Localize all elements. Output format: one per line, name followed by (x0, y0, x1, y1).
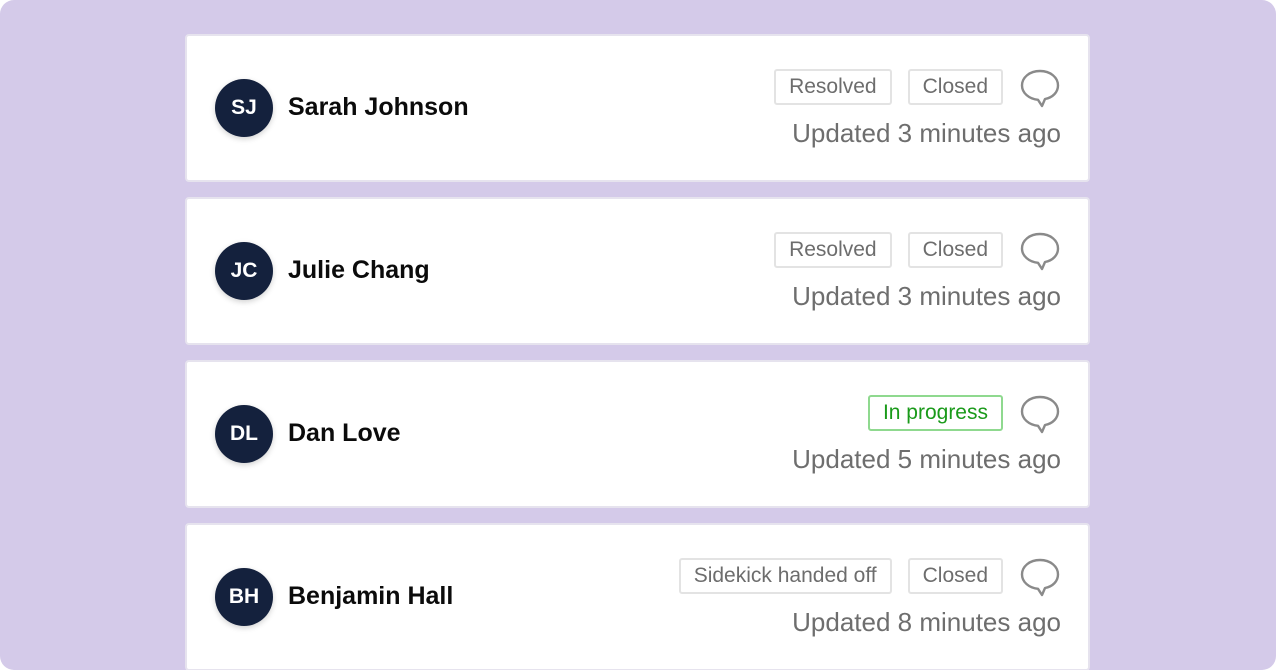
ticket-meta: Resolved Closed Updated 3 minutes ago (758, 229, 1061, 312)
ticket-status-row: In progress (852, 392, 1061, 434)
ticket-meta: Resolved Closed Updated 3 minutes ago (758, 66, 1061, 149)
customer-name: Sarah Johnson (288, 93, 469, 121)
ticket-card[interactable]: BH Benjamin Hall Sidekick handed off Clo… (185, 523, 1090, 670)
ticket-status-row: Resolved Closed (758, 229, 1061, 271)
ticket-status-row: Resolved Closed (758, 66, 1061, 108)
status-badge: Resolved (774, 69, 892, 105)
status-badge: Closed (907, 69, 1003, 105)
ticket-meta: Sidekick handed off Closed Updated 8 min… (663, 555, 1061, 638)
ticket-card[interactable]: DL Dan Love In progress Updated 5 minute… (185, 360, 1090, 508)
updated-time: Updated 3 minutes ago (792, 281, 1061, 311)
ticket-card[interactable]: JC Julie Chang Resolved Closed Updated 3… (185, 197, 1090, 345)
customer-name: Dan Love (288, 419, 401, 447)
avatar: DL (215, 405, 273, 463)
customer-name: Julie Chang (288, 256, 430, 284)
status-badge: Closed (907, 558, 1003, 594)
avatar: JC (215, 242, 273, 300)
comment-icon[interactable] (1019, 229, 1061, 271)
ticket-meta: In progress Updated 5 minutes ago (792, 392, 1061, 475)
ticket-list-panel: SJ Sarah Johnson Resolved Closed Updated… (0, 0, 1276, 670)
ticket-list: SJ Sarah Johnson Resolved Closed Updated… (185, 34, 1090, 670)
avatar: SJ (215, 79, 273, 137)
comment-icon[interactable] (1019, 66, 1061, 108)
status-badge: Sidekick handed off (678, 558, 892, 594)
comment-icon[interactable] (1019, 392, 1061, 434)
avatar: BH (215, 568, 273, 626)
customer-name: Benjamin Hall (288, 582, 454, 610)
status-badge: Closed (907, 232, 1003, 268)
updated-time: Updated 5 minutes ago (792, 444, 1061, 474)
updated-time: Updated 8 minutes ago (792, 607, 1061, 637)
status-badge: Resolved (774, 232, 892, 268)
ticket-card[interactable]: SJ Sarah Johnson Resolved Closed Updated… (185, 34, 1090, 182)
status-badge: In progress (867, 395, 1003, 431)
ticket-status-row: Sidekick handed off Closed (663, 555, 1061, 597)
comment-icon[interactable] (1019, 555, 1061, 597)
updated-time: Updated 3 minutes ago (792, 118, 1061, 148)
